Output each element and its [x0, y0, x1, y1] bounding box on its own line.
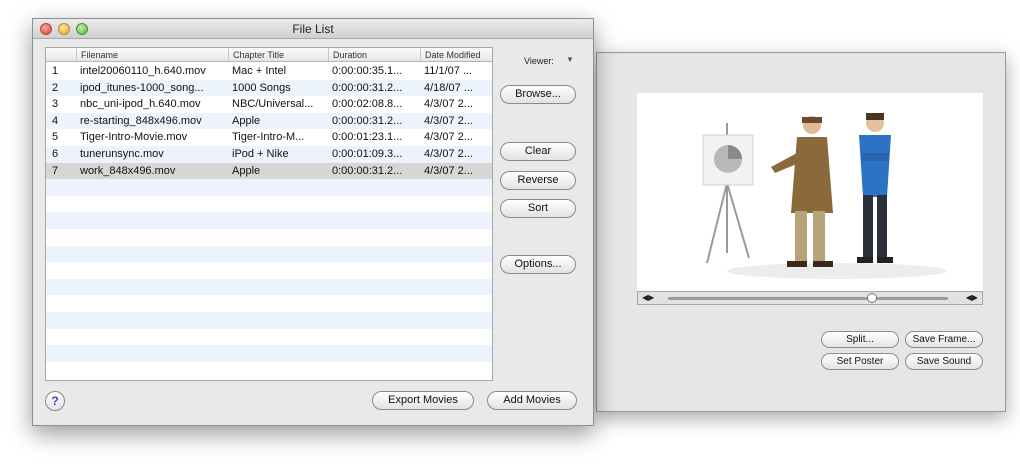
- empty-table-row: [46, 278, 492, 296]
- row-date-modified: 4/3/07 2...: [424, 98, 473, 111]
- set-poster-button[interactable]: Set Poster: [821, 353, 899, 370]
- viewer-dropdown-arrow-icon[interactable]: ▼: [566, 55, 574, 64]
- video-frame-illustration: [702, 113, 947, 279]
- row-duration: 0:00:00:31.2...: [332, 114, 403, 127]
- video-preview[interactable]: [637, 93, 983, 291]
- title-bar[interactable]: File List: [33, 19, 593, 39]
- save-sound-button[interactable]: Save Sound: [905, 353, 983, 370]
- window-title: File List: [292, 22, 334, 36]
- empty-table-row: [46, 262, 492, 279]
- clear-button[interactable]: Clear: [500, 142, 576, 161]
- row-duration: 0:00:01:23.1...: [332, 131, 403, 144]
- row-chapter-title: 1000 Songs: [232, 81, 291, 94]
- sort-button[interactable]: Sort: [500, 199, 576, 218]
- export-movies-button[interactable]: Export Movies: [372, 391, 474, 410]
- viewer-label: Viewer:: [524, 56, 554, 66]
- table-row[interactable]: 2 ipod_itunes-1000_song... 1000 Songs 0:00:…: [46, 79, 492, 97]
- row-duration: 0:00:00:31.2...: [332, 81, 403, 94]
- standing-figure: [857, 113, 893, 263]
- table-body: 1 intel20060110_h.640.mov Mac + Intel 0:00:…: [46, 63, 492, 380]
- save-frame-button[interactable]: Save Frame...: [905, 331, 983, 348]
- add-movies-button[interactable]: Add Movies: [487, 391, 577, 410]
- help-button[interactable]: ?: [45, 391, 65, 411]
- file-list-window: File List Filename Chapter Title Duratio…: [32, 18, 594, 426]
- row-date-modified: 4/18/07 ...: [424, 81, 473, 94]
- table-row[interactable]: 5 Tiger-Intro-Movie.mov Tiger-Intro-M... 0:…: [46, 129, 492, 146]
- table-row[interactable]: 7 work_848x496.mov Apple 0:00:00:31.2... 4/3…: [46, 162, 492, 180]
- browse-button[interactable]: Browse...: [500, 85, 576, 104]
- empty-table-row: [46, 329, 492, 346]
- row-date-modified: 4/3/07 2...: [424, 131, 473, 144]
- empty-table-row: [46, 312, 492, 329]
- empty-table-row: [46, 245, 492, 263]
- row-number: 7: [52, 164, 59, 177]
- column-header-filename[interactable]: Filename: [76, 48, 228, 62]
- table-row[interactable]: 3 nbc_uni-ipod_h.640.mov NBC/Universal... 0…: [46, 96, 492, 113]
- options-button[interactable]: Options...: [500, 255, 576, 274]
- table-row[interactable]: 6 tunerunsync.mov iPod + Nike 0:00:01:09.3.…: [46, 146, 492, 163]
- reverse-button[interactable]: Reverse: [500, 171, 576, 190]
- row-chapter-title: Tiger-Intro-M...: [232, 131, 305, 144]
- row-chapter-title: Apple: [232, 114, 261, 127]
- file-table[interactable]: Filename Chapter Title Duration Date Mod…: [45, 47, 493, 381]
- row-number: 5: [52, 131, 59, 144]
- column-header-date-modified[interactable]: Date Modified: [420, 48, 492, 62]
- table-header: Filename Chapter Title Duration Date Mod…: [46, 48, 492, 62]
- empty-table-row: [46, 179, 492, 196]
- scrub-track[interactable]: [668, 293, 948, 303]
- row-number: 1: [52, 65, 59, 77]
- playhead-knob[interactable]: [867, 293, 878, 303]
- row-date-modified: 4/3/07 2...: [424, 148, 473, 160]
- empty-table-row: [46, 295, 492, 312]
- row-duration: 0:00:02:08.8...: [332, 98, 403, 111]
- row-duration: 0:00:01:09.3...: [332, 148, 403, 160]
- easel-illustration: [702, 123, 754, 264]
- row-filename: tunerunsync.mov: [80, 148, 164, 160]
- row-duration: 0:00:00:31.2...: [332, 164, 403, 177]
- row-filename: intel20060110_h.640.mov: [80, 65, 206, 77]
- row-chapter-title: iPod + Nike: [232, 148, 289, 160]
- column-header-duration[interactable]: Duration: [328, 48, 420, 62]
- row-number: 6: [52, 148, 59, 160]
- column-header-number[interactable]: [46, 48, 76, 62]
- row-number: 2: [52, 81, 59, 94]
- row-filename: Tiger-Intro-Movie.mov: [80, 131, 188, 144]
- table-row[interactable]: 1 intel20060110_h.640.mov Mac + Intel 0:00:…: [46, 63, 492, 80]
- row-filename: work_848x496.mov: [80, 164, 176, 177]
- row-date-modified: 4/3/07 2...: [424, 164, 473, 177]
- empty-table-row: [46, 362, 492, 379]
- row-filename: nbc_uni-ipod_h.640.mov: [80, 98, 201, 111]
- empty-table-row: [46, 212, 492, 229]
- table-row[interactable]: 4 re-starting_848x496.mov Apple 0:00:00:31.…: [46, 112, 492, 130]
- empty-table-row: [46, 345, 492, 362]
- row-chapter-title: Mac + Intel: [232, 65, 287, 77]
- split-button[interactable]: Split...: [821, 331, 899, 348]
- row-date-modified: 11/1/07 ...: [424, 65, 473, 77]
- playback-scrubber[interactable]: ◀▶ ◀▶: [637, 291, 983, 305]
- step-forward-icon[interactable]: ◀▶: [966, 292, 978, 304]
- step-back-icon[interactable]: ◀▶: [642, 292, 654, 304]
- column-header-chapter-title[interactable]: Chapter Title: [228, 48, 328, 62]
- row-filename: ipod_itunes-1000_song...: [80, 81, 204, 94]
- empty-table-row: [46, 196, 492, 213]
- presenter-figure: [771, 116, 833, 267]
- row-number: 3: [52, 98, 59, 111]
- row-date-modified: 4/3/07 2...: [424, 114, 473, 127]
- row-duration: 0:00:00:35.1...: [332, 65, 403, 77]
- empty-table-row: [46, 229, 492, 246]
- row-chapter-title: NBC/Universal...: [232, 98, 314, 111]
- row-filename: re-starting_848x496.mov: [80, 114, 202, 127]
- row-number: 4: [52, 114, 59, 127]
- viewer-window: ◀▶ ◀▶ Split... Save Frame... Set Poster …: [596, 52, 1006, 412]
- row-chapter-title: Apple: [232, 164, 261, 177]
